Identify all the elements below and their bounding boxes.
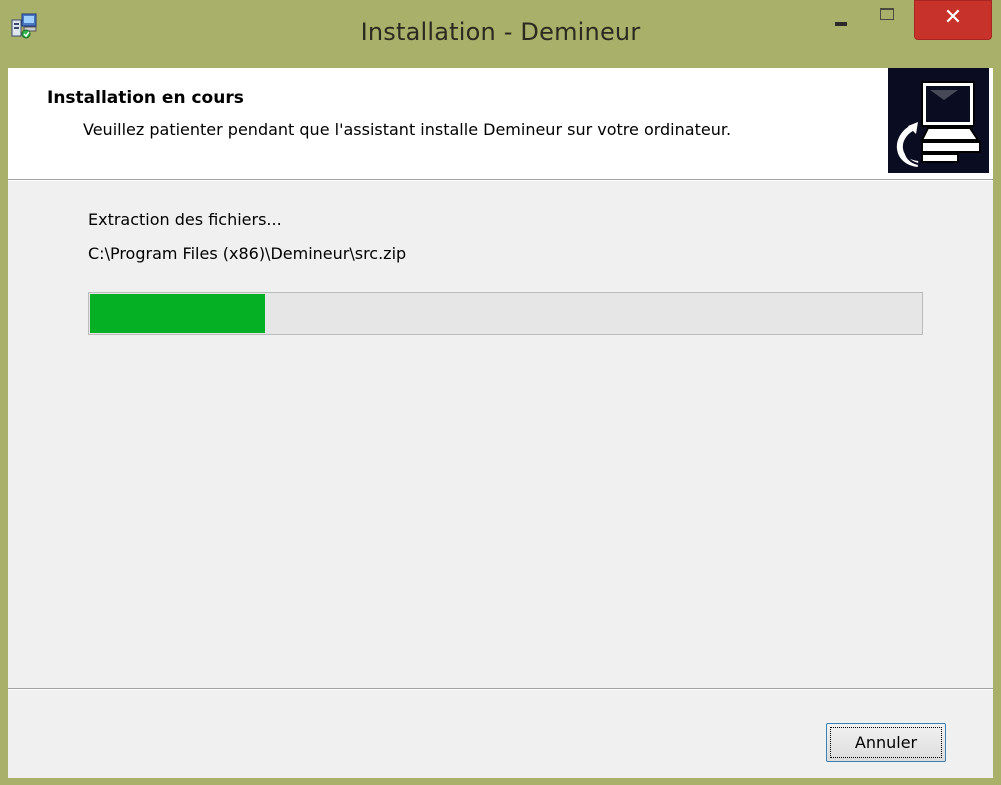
- minimize-icon: [835, 22, 847, 26]
- title-bar[interactable]: Installation - Demineur ✕: [0, 0, 1001, 68]
- status-label: Extraction des fichiers...: [88, 210, 282, 229]
- page-title: Installation en cours: [47, 88, 244, 108]
- close-button[interactable]: ✕: [914, 0, 992, 40]
- minimize-button[interactable]: [822, 0, 858, 40]
- wizard-page: Installation en cours Veuillez patienter…: [8, 68, 993, 778]
- cancel-button-label: Annuler: [854, 733, 918, 752]
- header-divider-highlight: [8, 180, 993, 181]
- install-progress-bar: [88, 292, 923, 335]
- page-subtitle: Veuillez patienter pendant que l'assista…: [83, 120, 732, 139]
- computer-install-icon: [888, 68, 989, 173]
- cancel-button[interactable]: Annuler: [826, 723, 946, 762]
- progress-fill: [90, 294, 265, 333]
- maximize-icon: [880, 8, 894, 20]
- footer-divider-highlight: [8, 689, 993, 690]
- wizard-header: Installation en cours Veuillez patienter…: [8, 68, 993, 179]
- close-icon: ✕: [943, 5, 963, 30]
- current-file-path: C:\Program Files (x86)\Demineur\src.zip: [88, 244, 407, 263]
- installer-window: Installation - Demineur ✕ Installation e…: [0, 0, 1001, 785]
- maximize-button[interactable]: [868, 0, 904, 40]
